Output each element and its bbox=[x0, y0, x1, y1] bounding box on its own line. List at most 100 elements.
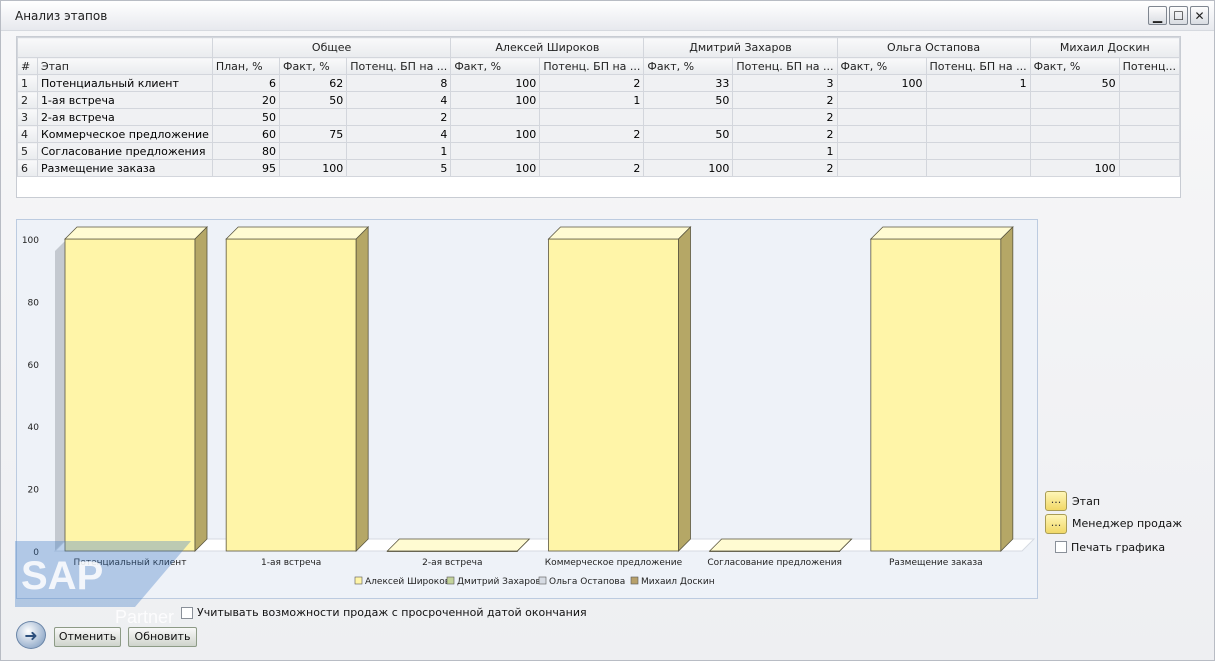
stage-cell: Потенциальный клиент bbox=[36, 74, 213, 92]
column-header[interactable]: Потенц. БП на ... bbox=[732, 57, 838, 75]
y-tick-label: 20 bbox=[28, 486, 40, 496]
overdue-label: Учитывать возможности продаж с просрочен… bbox=[197, 606, 587, 619]
value-cell: 20 bbox=[211, 91, 281, 109]
value-cell: 60 bbox=[211, 125, 281, 143]
value-cell: 50 bbox=[211, 108, 281, 126]
value-cell: 50 bbox=[643, 91, 734, 109]
column-header[interactable]: Факт, % bbox=[836, 57, 927, 75]
group-header-blank bbox=[17, 37, 213, 58]
window-title: Анализ этапов bbox=[15, 9, 108, 23]
y-tick-label: 60 bbox=[28, 361, 40, 371]
grid-vertical-scrollbar[interactable]: ▲ ▼ bbox=[1180, 112, 1181, 198]
value-cell bbox=[1029, 108, 1120, 126]
maximize-button[interactable]: ☐ bbox=[1169, 6, 1188, 25]
cancel-button[interactable]: Отменить bbox=[54, 627, 121, 647]
print-chart-checkbox[interactable] bbox=[1055, 541, 1067, 553]
legend-swatch bbox=[446, 576, 455, 585]
column-header[interactable]: # bbox=[17, 57, 38, 75]
value-cell: 2 bbox=[539, 74, 645, 92]
manager-select-button[interactable]: ... bbox=[1045, 514, 1067, 534]
value-cell: 50 bbox=[643, 125, 734, 143]
value-cell bbox=[925, 142, 1031, 160]
manager-label: Менеджер продаж bbox=[1072, 517, 1183, 530]
chart-bar bbox=[386, 538, 531, 552]
close-icon: ✕ bbox=[1194, 8, 1205, 23]
column-header[interactable]: Факт, % bbox=[1029, 57, 1120, 75]
value-cell: 95 bbox=[211, 159, 281, 177]
column-header[interactable]: Этап bbox=[36, 57, 213, 75]
legend-swatch bbox=[354, 576, 363, 585]
row-number: 1 bbox=[17, 74, 38, 92]
stage-cell: 2-ая встреча bbox=[36, 108, 213, 126]
value-cell bbox=[1118, 125, 1180, 143]
value-cell: 2 bbox=[732, 159, 838, 177]
x-tick-label: Коммерческое предложение bbox=[545, 558, 683, 568]
stage-cell: Размещение заказа bbox=[36, 159, 213, 177]
value-cell bbox=[1029, 91, 1120, 109]
refresh-button[interactable]: Обновить bbox=[128, 627, 197, 647]
value-cell bbox=[1118, 159, 1180, 177]
legend-item: Алексей Широков bbox=[365, 577, 450, 587]
value-cell bbox=[450, 108, 541, 126]
chart-svg: 0 20 40 60 80 100 Потенциальный клиент 1-ая вст… bbox=[22, 226, 1036, 587]
overdue-checkbox[interactable] bbox=[181, 607, 193, 619]
x-tick-label: 1-ая встреча bbox=[261, 558, 321, 568]
bar-side bbox=[194, 226, 208, 552]
stage-cell: Согласование предложения bbox=[36, 142, 213, 160]
value-cell: 100 bbox=[279, 159, 348, 177]
legend-item: Дмитрий Захаров bbox=[457, 577, 541, 587]
value-cell: 50 bbox=[279, 91, 348, 109]
value-cell: 100 bbox=[643, 159, 734, 177]
value-cell bbox=[643, 142, 734, 160]
column-header[interactable]: Потенц... bbox=[1118, 57, 1180, 75]
bar-top bbox=[64, 226, 208, 240]
value-cell bbox=[1029, 142, 1120, 160]
bar-front bbox=[64, 238, 196, 552]
stage-analysis-grid[interactable]: Общее Алексей Широков Дмитрий Захаров Ол… bbox=[16, 36, 1181, 198]
value-cell: 5 bbox=[346, 159, 452, 177]
column-header[interactable]: Потенц. БП на ... bbox=[539, 57, 645, 75]
column-header[interactable]: Факт, % bbox=[450, 57, 541, 75]
column-header[interactable]: Потенц. БП на ... bbox=[346, 57, 452, 75]
value-cell bbox=[836, 108, 927, 126]
legend-swatch bbox=[538, 576, 547, 585]
row-number: 5 bbox=[17, 142, 38, 160]
value-cell: 100 bbox=[1029, 159, 1120, 177]
value-cell bbox=[1118, 91, 1180, 109]
stage-select-button[interactable]: ... bbox=[1045, 491, 1067, 511]
value-cell bbox=[539, 142, 645, 160]
value-cell: 1 bbox=[346, 142, 452, 160]
chart-bar bbox=[869, 226, 1014, 552]
minimize-button[interactable]: ▁ bbox=[1148, 6, 1167, 25]
value-cell: 100 bbox=[450, 159, 541, 177]
value-cell: 80 bbox=[211, 142, 281, 160]
value-cell bbox=[279, 142, 348, 160]
table-row[interactable]: 3 2-ая встреча 50 2 2 bbox=[17, 108, 1180, 126]
value-cell: 62 bbox=[279, 74, 348, 92]
table-row[interactable]: 6 Размещение заказа 95 100 5 100 2 100 2 100 bbox=[17, 159, 1180, 177]
bar-side bbox=[1000, 226, 1014, 552]
bar-front bbox=[225, 238, 357, 552]
group-header-ostapova: Ольга Остапова bbox=[836, 37, 1031, 58]
table-row[interactable]: 2 1-ая встреча 20 50 4 100 1 50 2 bbox=[17, 91, 1180, 109]
value-cell bbox=[836, 142, 927, 160]
column-header[interactable]: План, % bbox=[211, 57, 281, 75]
table-row[interactable]: 1 Потенциальный клиент 6 62 8 100 2 33 3 100 1 50 bbox=[17, 74, 1180, 92]
column-header[interactable]: Факт, % bbox=[643, 57, 734, 75]
title-bar: Анализ этапов ▁ ☐ ✕ bbox=[1, 1, 1214, 31]
column-header[interactable]: Факт, % bbox=[279, 57, 348, 75]
value-cell bbox=[1029, 125, 1120, 143]
value-cell: 2 bbox=[732, 91, 838, 109]
value-cell bbox=[450, 142, 541, 160]
column-header[interactable]: Потенц. БП на ... bbox=[925, 57, 1031, 75]
legend-swatch bbox=[630, 576, 639, 585]
value-cell: 2 bbox=[539, 159, 645, 177]
back-button[interactable]: ➜ bbox=[16, 621, 46, 649]
table-row[interactable]: 4 Коммерческое предложение 60 75 4 100 2 50 2 bbox=[17, 125, 1180, 143]
table-row[interactable]: 5 Согласование предложения 80 1 1 bbox=[17, 142, 1180, 160]
close-button[interactable]: ✕ bbox=[1190, 6, 1209, 25]
value-cell bbox=[836, 91, 927, 109]
print-chart-label: Печать графика bbox=[1071, 541, 1166, 554]
value-cell bbox=[925, 108, 1031, 126]
value-cell: 1 bbox=[539, 91, 645, 109]
